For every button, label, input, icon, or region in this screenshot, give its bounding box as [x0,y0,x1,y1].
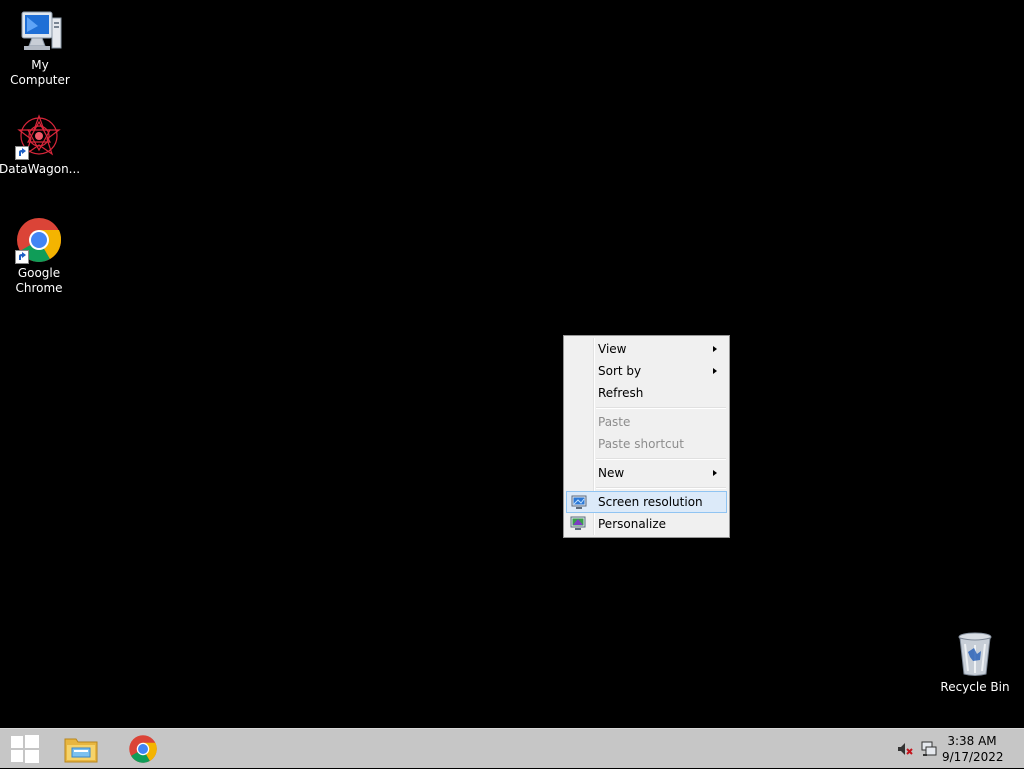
desktop-icon-label: My Computer [10,58,70,87]
menu-item-label: View [598,342,627,356]
menu-item-label: Personalize [598,517,667,531]
desktop-icon-google-chrome[interactable]: Google Chrome [0,216,79,296]
windows-logo-icon [11,735,39,763]
submenu-arrow-icon [713,368,717,374]
submenu-arrow-icon [713,346,717,352]
menu-item-refresh[interactable]: Refresh [566,382,727,404]
menu-separator [596,458,726,460]
taskbar-clock[interactable]: 3:38 AM 9/17/2022 [942,733,1004,765]
menu-item-label: Sort by [598,364,642,378]
menu-item-label: Refresh [598,386,644,400]
taskbar-chrome-button[interactable] [118,729,168,769]
network-icon[interactable] [921,741,937,757]
menu-item-paste[interactable]: Paste [566,411,727,433]
menu-item-personalize[interactable]: Personalize [566,513,727,535]
taskbar-file-explorer-button[interactable] [56,729,106,769]
chrome-icon [129,735,157,763]
menu-item-screen-resolution[interactable]: Screen resolution [566,491,727,513]
personalize-icon [570,516,586,532]
start-button[interactable] [0,729,50,769]
desktop-icon-label: DataWagon... [0,162,81,176]
clock-date: 9/17/2022 [942,750,1004,764]
volume-muted-icon[interactable] [897,741,913,757]
desktop-icon-label-line1: Google [17,266,61,280]
computer-icon [16,8,64,56]
taskbar: 3:38 AM 9/17/2022 [0,728,1024,768]
desktop-context-menu: View Sort by Refresh Paste Paste shortcu… [563,335,730,538]
menu-item-label: Paste [598,415,631,429]
menu-item-sort-by[interactable]: Sort by [566,360,727,382]
menu-item-label: New [598,466,625,480]
menu-separator [596,407,726,409]
clock-time: 3:38 AM [947,734,997,748]
menu-item-new[interactable]: New [566,462,727,484]
shortcut-arrow-icon [15,146,29,160]
menu-item-label: Screen resolution [598,495,703,509]
datawagon-icon [15,112,63,160]
file-explorer-icon [64,738,98,763]
menu-item-view[interactable]: View [566,338,727,360]
desktop-icon-label-line2: Chrome [15,281,63,295]
submenu-arrow-icon [713,470,717,476]
menu-separator [596,487,726,489]
menu-item-paste-shortcut[interactable]: Paste shortcut [566,433,727,455]
desktop[interactable]: My Computer DataWagon... Google Chrome R… [0,0,1024,728]
desktop-icon-label: Recycle Bin [940,680,1010,694]
menu-item-label: Paste shortcut [598,437,684,451]
desktop-icon-datawagon[interactable]: DataWagon... [0,112,81,177]
shortcut-arrow-icon [15,250,29,264]
desktop-icon-my-computer[interactable]: My Computer [0,8,80,88]
desktop-icon-recycle-bin[interactable]: Recycle Bin [935,630,1015,695]
screen-resolution-icon [571,495,587,511]
recycle-bin-icon [951,630,999,678]
chrome-icon [15,216,63,264]
